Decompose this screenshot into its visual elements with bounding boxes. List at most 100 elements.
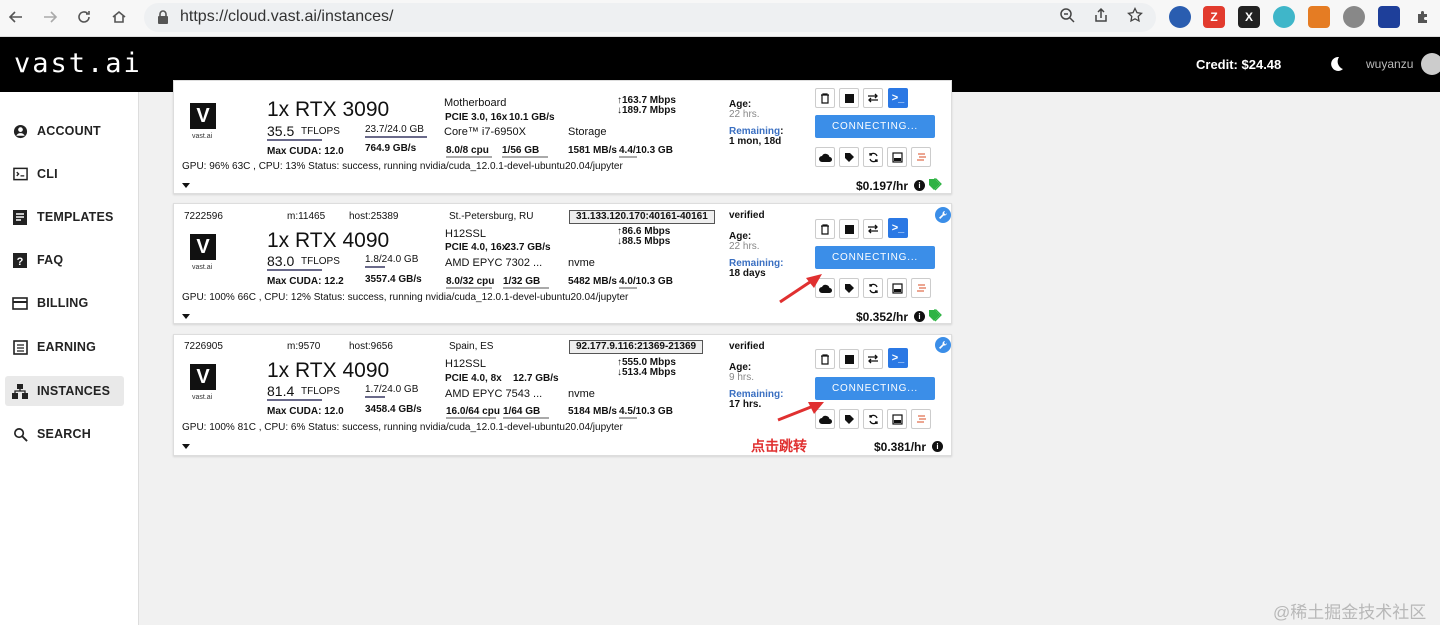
connect-button[interactable]: CONNECTING...: [815, 115, 935, 138]
dark-mode-moon-icon[interactable]: [1327, 55, 1345, 73]
sidebar-item-templates[interactable]: TEMPLATES: [5, 202, 124, 232]
sidebar-item-label: INSTANCES: [37, 384, 111, 398]
home-icon[interactable]: [105, 3, 133, 31]
transfer-icon[interactable]: [863, 88, 883, 108]
info-icon[interactable]: i: [914, 311, 925, 322]
document-icon[interactable]: [887, 278, 907, 298]
cpu-bar: [446, 287, 492, 289]
cloud-icon[interactable]: [815, 147, 835, 167]
instance-card: 7226905 m:9570 host:9656 Spain, ES 92.17…: [173, 334, 952, 456]
machine-id: m:11465: [287, 211, 326, 222]
connect-button[interactable]: CONNECTING...: [815, 246, 935, 269]
motherboard: H12SSL: [445, 358, 486, 370]
host-id: host:25389: [349, 211, 399, 222]
vast-logo-icon: V: [190, 234, 216, 260]
sidebar-item-account[interactable]: ACCOUNT: [5, 116, 124, 146]
transfer-icon[interactable]: [863, 219, 883, 239]
tag-icon[interactable]: [839, 278, 859, 298]
sidebar-item-instances[interactable]: INSTANCES: [5, 376, 124, 406]
restart-icon[interactable]: [863, 409, 883, 429]
extension-metamask-icon[interactable]: [1308, 6, 1330, 28]
reload-icon[interactable]: [70, 3, 98, 31]
extension-x-icon[interactable]: X: [1238, 6, 1260, 28]
info-icon[interactable]: i: [932, 441, 943, 452]
restart-icon[interactable]: [863, 147, 883, 167]
tflops-label: TFLOPS: [301, 256, 340, 267]
delete-icon[interactable]: [815, 349, 835, 369]
extension-circle-icon[interactable]: [1343, 6, 1365, 28]
disk-usage: 4.5/10.3 GB: [619, 406, 673, 417]
extension-zotero-icon[interactable]: Z: [1203, 6, 1225, 28]
avatar[interactable]: [1421, 53, 1440, 75]
ip-address[interactable]: 31.133.120.170:40161-40161: [569, 210, 715, 224]
ip-address[interactable]: 92.177.9.116:21369-21369: [569, 340, 704, 354]
sidebar-item-billing[interactable]: BILLING: [5, 288, 124, 318]
status-line: GPU: 100% 81C , CPU: 6% Status: success,…: [182, 422, 623, 433]
tag-icon[interactable]: [839, 147, 859, 167]
green-tag-icon[interactable]: [928, 178, 944, 191]
extension-arrow-icon[interactable]: [1378, 6, 1400, 28]
stop-icon[interactable]: [839, 88, 859, 108]
delete-icon[interactable]: [815, 88, 835, 108]
sidebar-item-label: ACCOUNT: [37, 124, 101, 138]
disk-bar: [619, 287, 637, 289]
disk-bar: [619, 156, 637, 158]
price-per-hour: $0.381/hr: [874, 440, 927, 454]
motherboard: Motherboard: [444, 97, 507, 109]
expand-caret-icon[interactable]: [182, 183, 190, 188]
logs-icon[interactable]: [911, 409, 931, 429]
stop-icon[interactable]: [839, 349, 859, 369]
delete-icon[interactable]: [815, 219, 835, 239]
tag-icon[interactable]: [839, 409, 859, 429]
forward-icon[interactable]: [36, 3, 64, 31]
gpu-name: 1x RTX 4090: [267, 229, 390, 252]
vast-logo-icon: V: [190, 364, 216, 390]
pcie-bandwidth: 12.7 GB/s: [513, 373, 559, 384]
stop-icon[interactable]: [839, 219, 859, 239]
url-text: https://cloud.vast.ai/instances/: [180, 8, 394, 25]
back-icon[interactable]: [2, 3, 30, 31]
transfer-icon[interactable]: [863, 349, 883, 369]
logs-icon[interactable]: [911, 147, 931, 167]
green-tag-icon[interactable]: [928, 309, 944, 322]
cpu-model: Core™ i7-6950X: [444, 126, 526, 138]
connect-button[interactable]: CONNECTING...: [815, 377, 935, 400]
machine-id: m:9570: [287, 341, 321, 352]
sidebar-item-search[interactable]: SEARCH: [5, 419, 124, 449]
instance-id: 7222596: [184, 211, 223, 222]
restart-icon[interactable]: [863, 278, 883, 298]
vram-usage: 1.7/24.0 GB: [365, 384, 419, 395]
sidebar: ACCOUNT CLI TEMPLATES ? FAQ BILLING EARN…: [0, 92, 139, 625]
sidebar-item-earning[interactable]: EARNING: [5, 332, 124, 362]
age-value: 22 hrs.: [729, 241, 760, 252]
wrench-icon[interactable]: [935, 207, 951, 223]
extension-globe-icon[interactable]: [1169, 6, 1191, 28]
bookmark-star-icon[interactable]: [1124, 4, 1146, 26]
age-value: 22 hrs.: [729, 109, 760, 120]
username[interactable]: wuyanzu: [1366, 57, 1413, 71]
logs-icon[interactable]: [911, 278, 931, 298]
wrench-icon[interactable]: [935, 337, 951, 353]
expand-caret-icon[interactable]: [182, 444, 190, 449]
document-icon[interactable]: [887, 147, 907, 167]
annotation-arrow-icon: [779, 274, 822, 304]
share-icon[interactable]: [1090, 4, 1112, 26]
terminal-button-icon[interactable]: >_: [888, 218, 908, 238]
extension-network-icon[interactable]: [1273, 6, 1295, 28]
zoom-icon[interactable]: [1056, 4, 1078, 26]
price-per-hour: $0.197/hr: [856, 179, 909, 193]
download-speed: ↓189.7 Mbps: [617, 105, 676, 116]
sidebar-item-cli[interactable]: CLI: [5, 159, 124, 189]
pcie-info: PCIE 4.0, 16x: [445, 242, 508, 253]
document-icon[interactable]: [887, 409, 907, 429]
info-icon[interactable]: i: [914, 180, 925, 191]
expand-caret-icon[interactable]: [182, 314, 190, 319]
extensions-puzzle-icon[interactable]: [1412, 6, 1434, 28]
disk-usage: 4.0/10.3 GB: [619, 276, 673, 287]
sidebar-item-faq[interactable]: ? FAQ: [5, 245, 124, 275]
address-bar[interactable]: https://cloud.vast.ai/instances/: [144, 3, 1156, 32]
terminal-button-icon[interactable]: >_: [888, 88, 908, 108]
terminal-button-icon[interactable]: >_: [888, 348, 908, 368]
max-cuda: Max CUDA: 12.2: [267, 276, 344, 287]
logo[interactable]: vast.ai: [14, 48, 142, 79]
